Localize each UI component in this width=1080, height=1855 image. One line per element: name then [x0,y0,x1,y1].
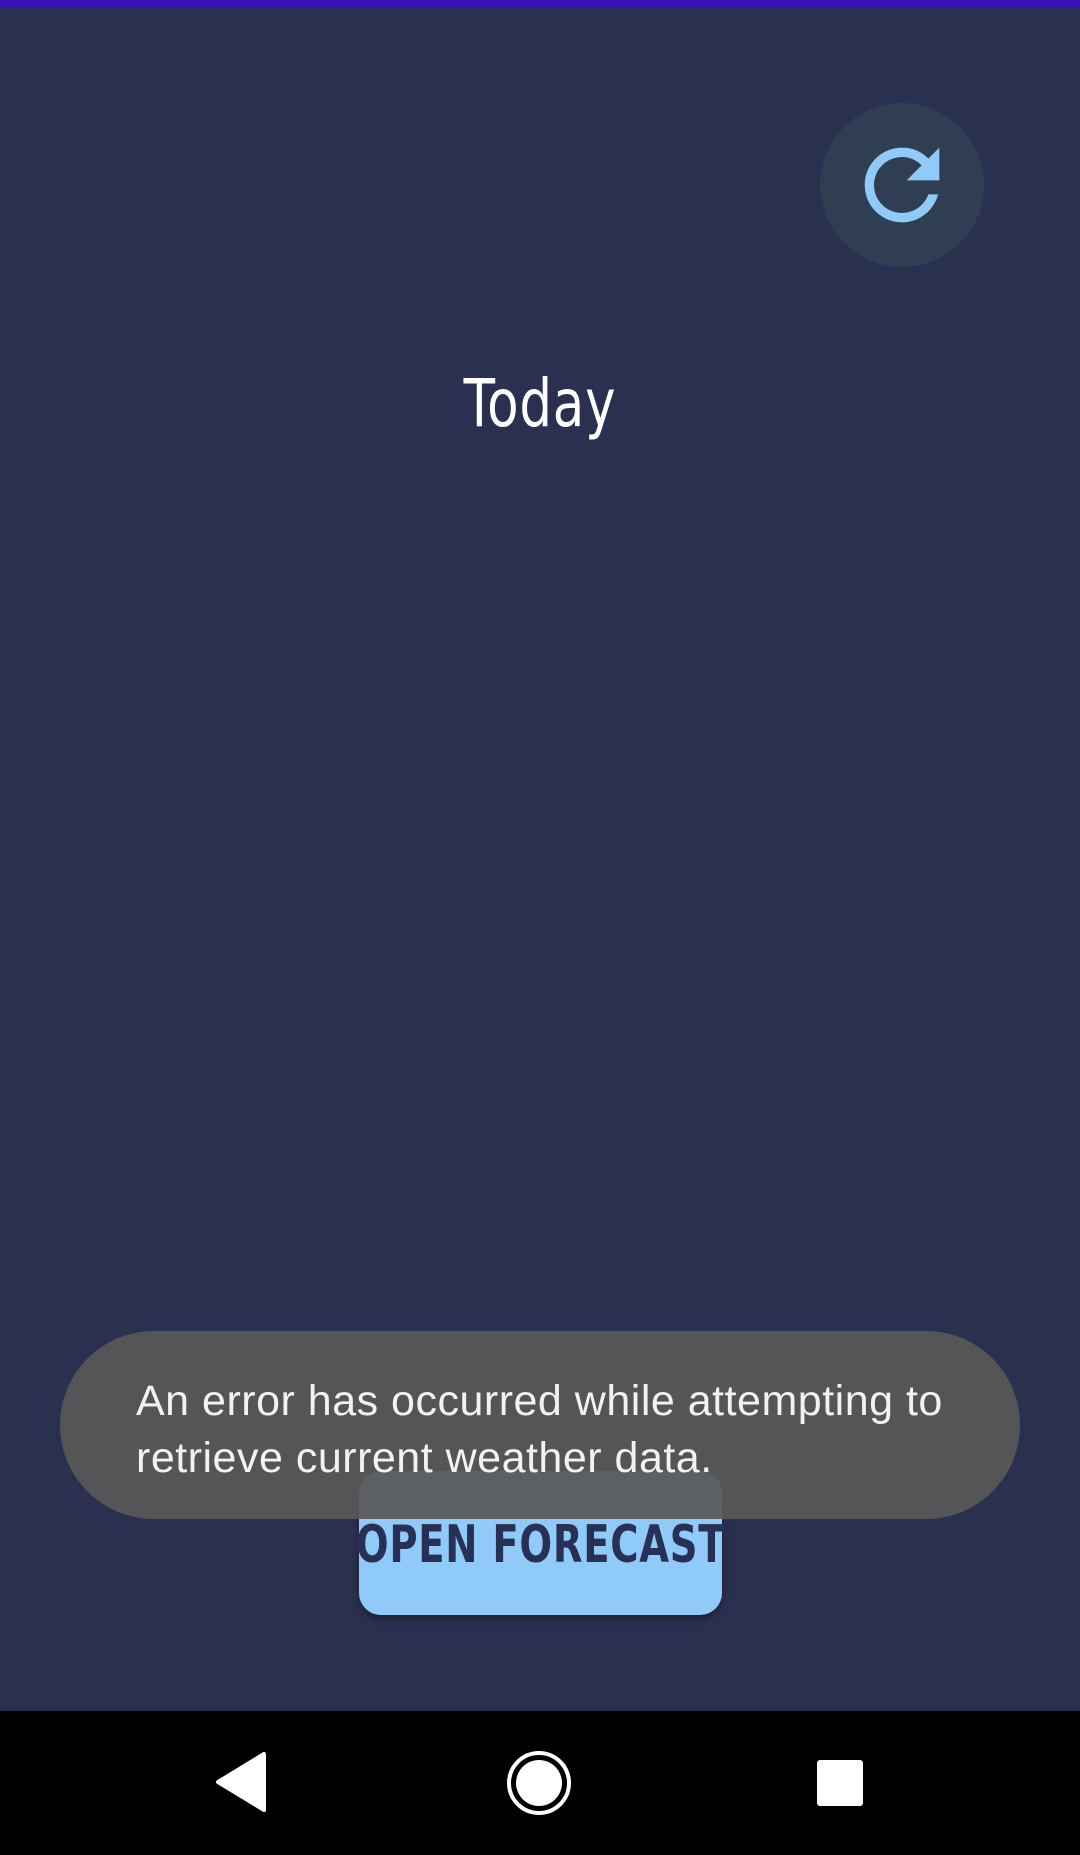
error-toast: An error has occurred while attempting t… [60,1331,1020,1519]
weather-screen: Today OPEN FORECAST An error has occurre… [0,0,1080,1855]
open-forecast-label: OPEN FORECAST [355,1515,726,1575]
refresh-button[interactable] [820,103,984,267]
refresh-icon [864,147,940,223]
status-bar-strip [0,0,1080,7]
back-icon[interactable] [214,1752,266,1812]
page-title: Today [463,365,617,442]
recents-icon[interactable] [817,1760,863,1806]
error-toast-message: An error has occurred while attempting t… [136,1377,943,1482]
home-icon[interactable] [506,1750,572,1816]
